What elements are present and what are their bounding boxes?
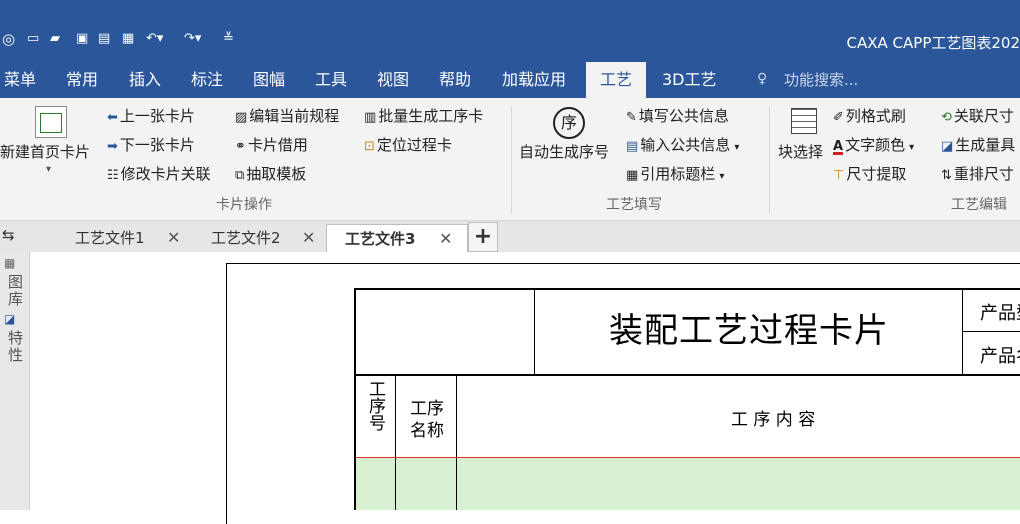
doc-tab-1[interactable]: 工艺文件1 ✕ <box>55 224 190 252</box>
arrow-right-icon: ➡ <box>107 136 118 158</box>
link-dimension-button[interactable]: ⟲关联尺寸 <box>941 105 1014 127</box>
input-info-icon: ▤ <box>626 136 638 158</box>
chevron-down-icon[interactable]: ▾ <box>719 171 724 182</box>
next-card-button[interactable]: ➡下一张卡片 <box>107 134 195 156</box>
dimension-extract-button[interactable]: ⊤尺寸提取 <box>833 163 906 185</box>
side-panel: ▦ 图库 ◪ 特性 <box>0 252 30 510</box>
chevron-down-icon[interactable]: ▾ <box>734 142 739 153</box>
close-icon[interactable]: ✕ <box>167 224 180 252</box>
redo-icon[interactable]: ↷▾ <box>184 30 201 48</box>
properties-icon: ◪ <box>4 312 15 326</box>
auto-generate-seq-button[interactable]: 自动生成序号 <box>519 141 609 163</box>
fill-public-info-button[interactable]: ✎填写公共信息 <box>626 105 729 127</box>
tab-annotate[interactable]: 标注 <box>191 62 223 98</box>
new-file-icon[interactable]: ▭ <box>27 30 39 48</box>
text-color-button[interactable]: A文字颜色▾ <box>833 134 914 156</box>
extract-icon: ⊤ <box>833 165 844 187</box>
pencil-icon: ✎ <box>626 107 637 129</box>
group-separator <box>511 106 512 214</box>
save-icon[interactable]: ▣ <box>76 30 88 48</box>
tab-load-app[interactable]: 加载应用 <box>502 62 566 98</box>
link-icon: ⟲ <box>941 107 952 129</box>
function-search-input[interactable]: 功能搜索... <box>784 62 858 98</box>
rearrange-dimension-button[interactable]: ⇅重排尺寸 <box>941 163 1014 185</box>
generate-gauge-button[interactable]: ◪生成量具 <box>941 134 1015 156</box>
locate-icon: ⊡ <box>364 136 375 158</box>
tab-tools[interactable]: 工具 <box>315 62 347 98</box>
arrow-left-icon: ⬅ <box>107 107 118 129</box>
tab-help[interactable]: 帮助 <box>439 62 471 98</box>
rearrange-icon: ⇅ <box>941 165 952 187</box>
gauge-icon: ◪ <box>941 136 953 158</box>
save-all-icon[interactable]: ▤ <box>98 30 110 48</box>
doc-tab-3[interactable]: 工艺文件3 ✕ <box>326 224 468 253</box>
text-color-icon: A <box>833 136 843 158</box>
doc-tab-2[interactable]: 工艺文件2 ✕ <box>192 224 322 252</box>
chevron-down-icon[interactable]: ▾ <box>46 164 51 175</box>
block-select-button[interactable]: 块选择 <box>778 141 823 163</box>
tab-menu[interactable]: 菜单 <box>4 62 36 98</box>
modify-card-link-button[interactable]: ☷修改卡片关联 <box>107 163 211 185</box>
input-public-info-button[interactable]: ▤输入公共信息▾ <box>626 134 739 156</box>
col-header-seq: 工序号 <box>366 380 384 431</box>
sequence-icon: 序 <box>553 107 585 139</box>
card-title: 装配工艺过程卡片 <box>535 288 963 374</box>
ribbon-panel: 新建首页卡片 ▾ ⬅上一张卡片 ➡下一张卡片 ☷修改卡片关联 ▨编辑当前规程 ⚭… <box>0 98 1020 221</box>
close-icon[interactable]: ✕ <box>302 224 315 252</box>
edit-rule-icon: ▨ <box>235 107 247 129</box>
reference-title-block-button[interactable]: ▦引用标题栏▾ <box>626 163 724 185</box>
tab-sheet[interactable]: 图幅 <box>253 62 285 98</box>
col-header-content: 工 序 内 容 <box>731 405 815 430</box>
open-folder-icon[interactable]: ▰ <box>50 30 60 48</box>
tab-3d-craft[interactable]: 3D工艺 <box>662 62 717 98</box>
col-header-name-2: 名称 <box>410 416 444 441</box>
new-first-card-button[interactable]: 新建首页卡片 <box>0 141 90 163</box>
table-line <box>456 458 457 510</box>
ribbon-tab-bar: 菜单 常用 插入 标注 图幅 工具 视图 帮助 加载应用 工艺 3D工艺 ♀ 功… <box>0 62 1020 98</box>
new-card-icon <box>35 106 67 138</box>
card-borrow-button[interactable]: ⚭卡片借用 <box>235 134 308 156</box>
product-name-label: 产品名 <box>980 342 1020 368</box>
side-tab-library[interactable]: 图库 <box>5 274 26 308</box>
table-line <box>963 331 1020 332</box>
link-cards-icon: ☷ <box>107 165 119 187</box>
title-bar: ◎ ▭ ▰ ▣ ▤ ▦ ↶▾ ↷▾ ≚ CAXA CAPP工艺图表202 <box>0 0 1020 62</box>
app-logo-icon[interactable]: ◎ <box>2 30 15 48</box>
borrow-icon: ⚭ <box>235 136 246 158</box>
panel-toggle-icon[interactable]: ⇆ <box>2 226 15 244</box>
product-model-label: 产品型 <box>980 299 1020 325</box>
table-line <box>395 458 396 510</box>
tab-view[interactable]: 视图 <box>377 62 409 98</box>
print-icon[interactable]: ▦ <box>122 30 134 48</box>
add-tab-button[interactable]: + <box>468 222 498 252</box>
library-icon: ▦ <box>4 256 15 270</box>
prev-card-button[interactable]: ⬅上一张卡片 <box>107 105 195 127</box>
locate-process-card-button[interactable]: ⊡定位过程卡 <box>364 134 452 156</box>
group-label-craft-fill: 工艺填写 <box>606 194 662 214</box>
chevron-down-icon[interactable]: ▾ <box>909 142 914 153</box>
customize-icon[interactable]: ≚ <box>223 30 234 48</box>
side-tab-properties[interactable]: 特性 <box>5 330 26 364</box>
batch-icon: ▥ <box>364 107 376 129</box>
undo-icon[interactable]: ↶▾ <box>146 30 163 48</box>
group-label-craft-edit: 工艺编辑 <box>951 194 1007 214</box>
close-icon[interactable]: ✕ <box>439 225 452 253</box>
extract-template-button[interactable]: ⧉抽取模板 <box>235 163 306 185</box>
app-title: CAXA CAPP工艺图表202 <box>847 32 1020 53</box>
lightbulb-icon: ♀ <box>757 71 767 87</box>
column-format-brush-button[interactable]: ✐列格式刷 <box>833 105 906 127</box>
table-line <box>354 374 1020 376</box>
batch-generate-button[interactable]: ▥批量生成工序卡 <box>364 105 483 127</box>
edit-current-rule-button[interactable]: ▨编辑当前规程 <box>235 105 339 127</box>
brush-icon: ✐ <box>833 107 844 129</box>
document-tab-bar: ⇆ 工艺文件1 ✕ 工艺文件2 ✕ 工艺文件3 ✕ + <box>0 221 1020 253</box>
tab-insert[interactable]: 插入 <box>129 62 161 98</box>
tab-common[interactable]: 常用 <box>66 62 98 98</box>
group-label-card-ops: 卡片操作 <box>216 194 272 214</box>
title-block-icon: ▦ <box>626 165 638 187</box>
tab-craft[interactable]: 工艺 <box>586 62 646 98</box>
template-icon: ⧉ <box>235 165 244 187</box>
group-separator <box>769 106 770 214</box>
grid-select-icon <box>791 108 817 134</box>
